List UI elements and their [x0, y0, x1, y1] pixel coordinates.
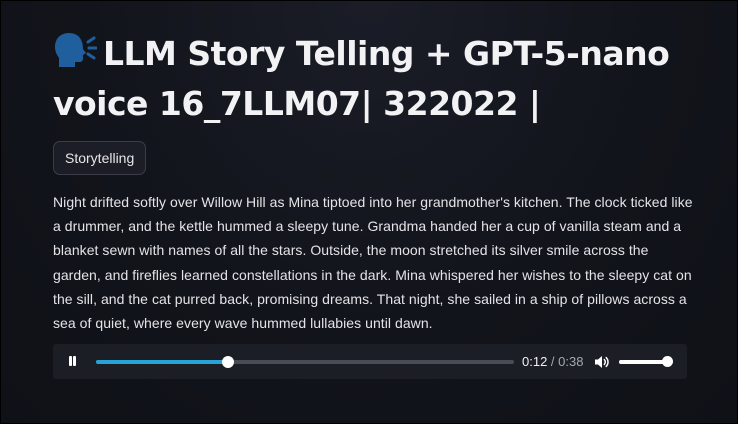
time-separator: /: [547, 354, 559, 369]
page-title-text: LLM Story Telling + GPT-5-nano voice 16_…: [53, 34, 670, 123]
current-time: 0:12: [522, 354, 548, 369]
audio-player: 0:12 / 0:38: [53, 344, 687, 379]
time-display: 0:12 / 0:38: [522, 344, 583, 379]
speaking-head-icon: [53, 31, 98, 69]
app-frame: LLM Story Telling + GPT-5-nano voice 16_…: [0, 0, 738, 424]
progress-slider[interactable]: [96, 355, 514, 368]
pause-button[interactable]: [65, 354, 79, 368]
volume-thumb[interactable]: [661, 355, 673, 367]
duration-time: 0:38: [558, 354, 584, 369]
progress-thumb[interactable]: [222, 355, 235, 368]
page-title: LLM Story Telling + GPT-5-nano voice 16_…: [53, 29, 713, 129]
volume-fill: [619, 360, 667, 364]
progress-fill: [96, 360, 229, 364]
tag-storytelling[interactable]: Storytelling: [53, 141, 147, 175]
volume-slider[interactable]: [619, 355, 673, 367]
pause-icon: [69, 356, 72, 366]
volume-icon[interactable]: [594, 354, 610, 370]
story-text: Night drifted softly over Willow Hill as…: [53, 194, 693, 332]
